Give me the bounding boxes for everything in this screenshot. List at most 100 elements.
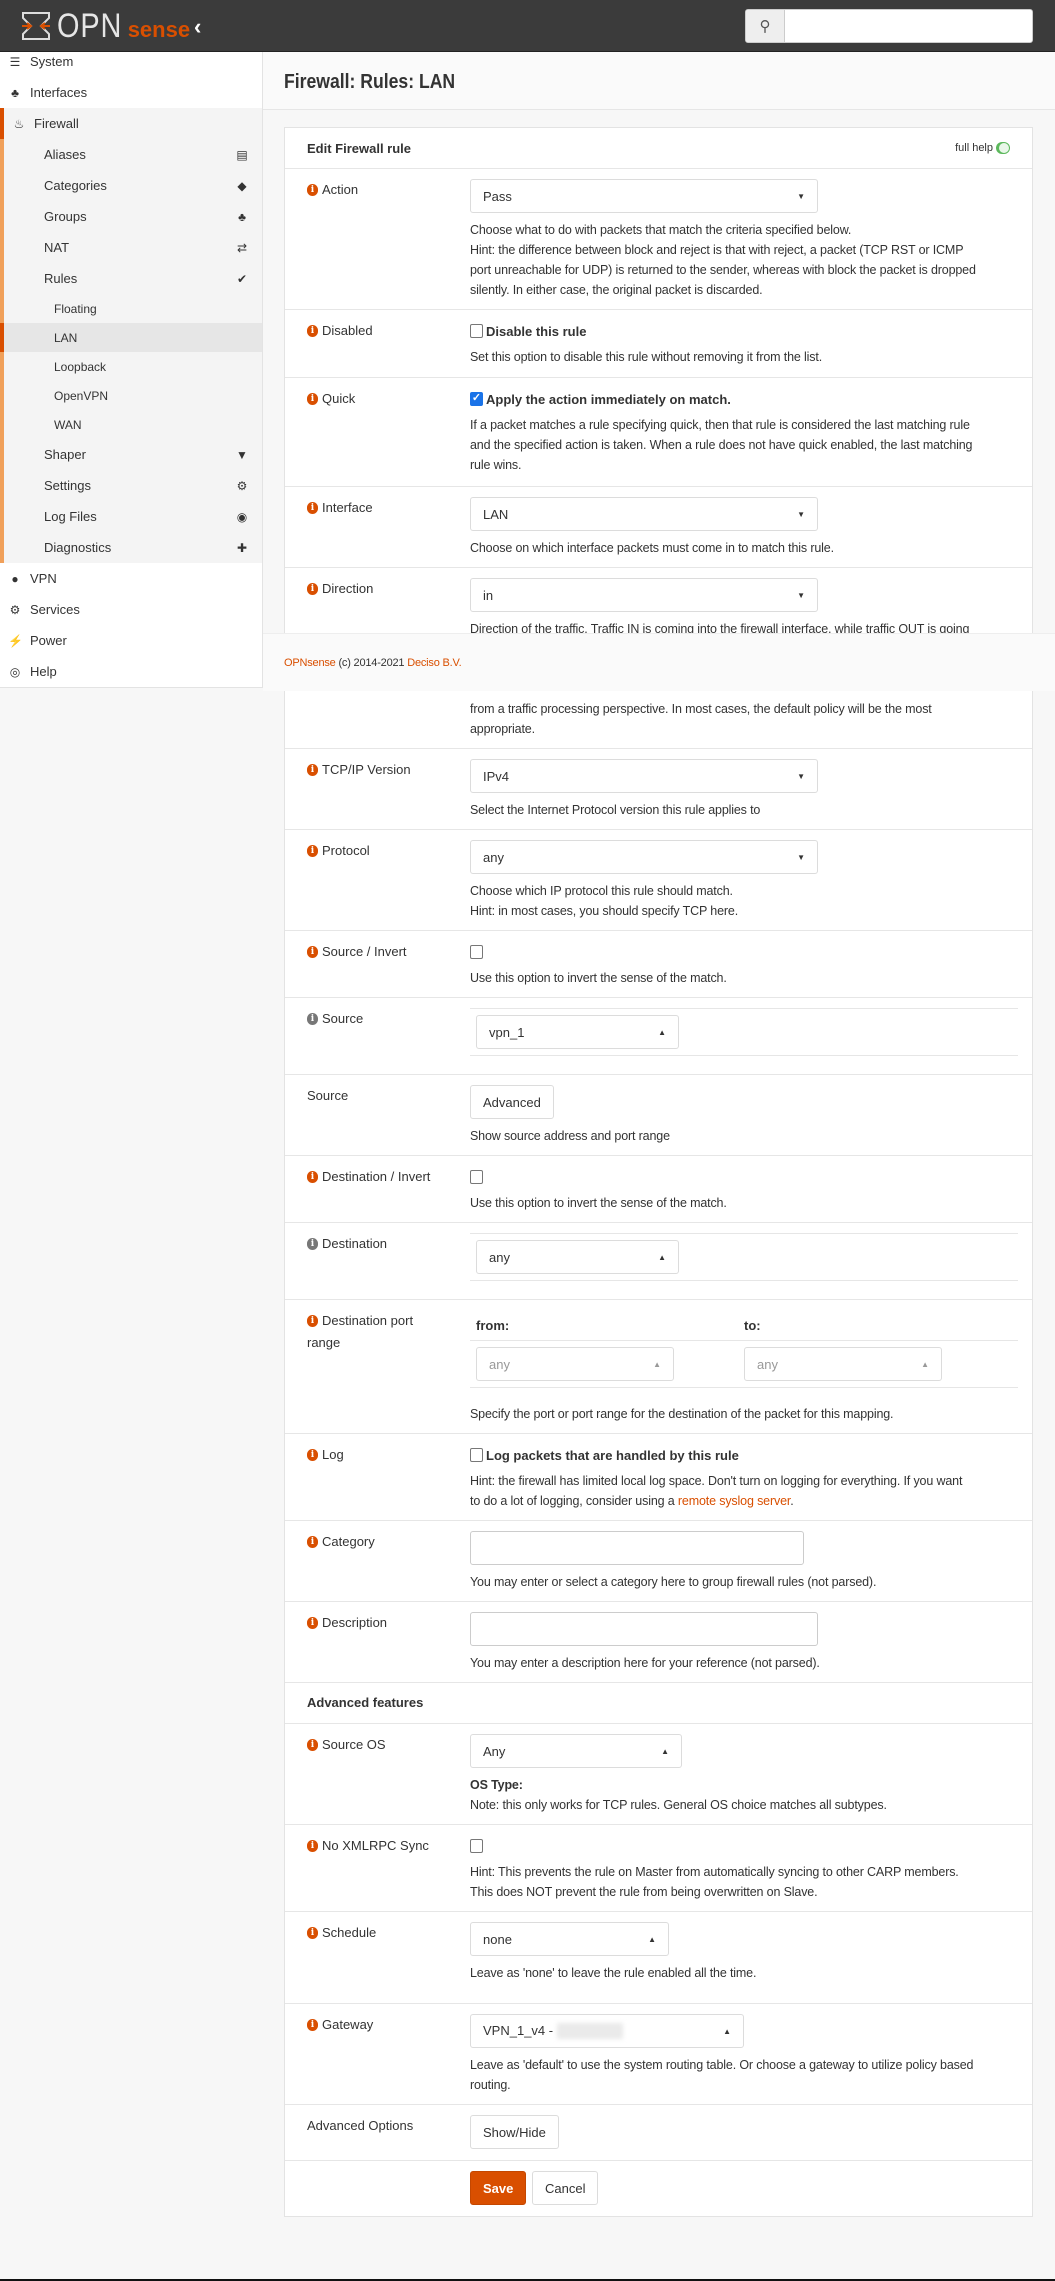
save-button[interactable]: Save <box>470 2171 527 2205</box>
log-checkbox[interactable] <box>470 1448 483 1462</box>
show-hide-button[interactable]: Show/Hide <box>470 2115 559 2149</box>
sidebar-item-rules-loopback[interactable]: Loopback <box>4 352 262 381</box>
sidebar-item-groups[interactable]: Groups ♣ <box>4 201 262 232</box>
sidebar-item-diagnostics[interactable]: Diagnostics ✚ <box>4 532 262 563</box>
select-value: vpn_1 <box>489 1024 525 1040</box>
opnsense-logo[interactable]: OPN sense <box>21 9 191 43</box>
sitemap-icon: ♣ <box>11 85 19 100</box>
protocol-select[interactable]: any ▼ <box>470 840 818 874</box>
info-icon[interactable]: i <box>307 845 318 857</box>
sidebar-item-power[interactable]: ⚡ Power <box>0 625 262 656</box>
sidebar-item-nat[interactable]: NAT ⇄ <box>4 232 262 263</box>
brand-sense: sense <box>127 17 191 42</box>
source-invert-help: Use this option to invert the sense of t… <box>470 971 727 985</box>
info-icon[interactable]: i <box>307 1927 318 1939</box>
quick-checkbox-checked[interactable]: ✓ <box>470 392 483 406</box>
row-source: i Source vpn_1 ▲ <box>285 997 1032 1074</box>
info-icon[interactable]: i <box>307 583 318 595</box>
checkbox-label[interactable]: Disable this rule <box>486 324 586 339</box>
collapse-sidebar-chevron-icon[interactable]: ‹ <box>194 14 201 40</box>
info-icon[interactable]: i <box>307 184 318 196</box>
info-icon[interactable]: i <box>307 1171 318 1183</box>
field-label: Disabled <box>322 323 373 338</box>
sidebar-item-rules-floating[interactable]: Floating <box>4 294 262 323</box>
source-invert-checkbox[interactable] <box>470 945 483 959</box>
row-log: i Log Log packets that are handled by thi… <box>285 1433 1032 1520</box>
sidebar-item-vpn[interactable]: ● VPN <box>0 563 262 594</box>
page-footer: OPNsense (c) 2014-2021 Deciso B.V. <box>263 633 1055 691</box>
info-icon[interactable]: i <box>307 1840 318 1852</box>
row-description: i Description You may enter a description… <box>285 1601 1032 1682</box>
checkbox-label[interactable]: Log packets that are handled by this rul… <box>486 1448 739 1463</box>
disabled-help: Set this option to disable this rule wit… <box>470 350 823 364</box>
action-select[interactable]: Pass ▼ <box>470 179 818 213</box>
info-icon[interactable]: i <box>307 1739 318 1751</box>
info-icon[interactable]: i <box>307 946 318 958</box>
info-icon[interactable]: i <box>307 1617 318 1629</box>
footer-opnsense-link[interactable]: OPNsense <box>284 657 336 669</box>
checkbox-label[interactable]: Apply the action immediately on match. <box>486 392 731 407</box>
tags-icon: ◆ <box>237 178 247 193</box>
sidebar-item-rules-openvpn[interactable]: OpenVPN <box>4 381 262 410</box>
to-label: to: <box>744 1317 761 1333</box>
sidebar-item-aliases[interactable]: Aliases ▤ <box>4 139 262 170</box>
plug-icon: ⚡ <box>8 633 23 648</box>
sidebar-item-firewall[interactable]: ♨ Firewall <box>0 108 262 139</box>
cancel-button[interactable]: Cancel <box>532 2171 599 2205</box>
select-value: VPN_1_v4 - <box>483 2022 554 2038</box>
edit-firewall-rule-card: Edit Firewall rule full help i Action Pas… <box>284 127 1033 2217</box>
info-icon[interactable]: i <box>307 502 318 514</box>
field-label: Source <box>322 1011 364 1026</box>
port-from-select[interactable]: any ▲ <box>476 1347 674 1381</box>
field-label: Source <box>307 1088 349 1103</box>
remote-syslog-link[interactable]: remote syslog server <box>678 1494 790 1508</box>
destination-invert-checkbox[interactable] <box>470 1170 483 1184</box>
disabled-checkbox[interactable] <box>470 324 483 338</box>
info-icon[interactable]: i <box>307 764 318 776</box>
info-icon[interactable]: i <box>307 1238 318 1250</box>
sidebar-item-rules[interactable]: Rules ✔ <box>4 263 262 294</box>
info-icon[interactable]: i <box>307 1536 318 1548</box>
search-input[interactable] <box>785 10 1032 42</box>
full-help-toggle[interactable]: full help <box>955 142 1010 154</box>
sidebar-item-log-files[interactable]: Log Files ◉ <box>4 501 262 532</box>
interface-select[interactable]: LAN ▼ <box>470 497 818 531</box>
info-icon[interactable]: i <box>307 393 318 405</box>
source-select[interactable]: vpn_1 ▲ <box>476 1015 679 1049</box>
info-icon[interactable]: i <box>307 1449 318 1461</box>
sidebar-item-rules-wan[interactable]: WAN <box>4 410 262 439</box>
category-input[interactable] <box>470 1531 804 1565</box>
source-os-select[interactable]: Any ▲ <box>470 1734 682 1768</box>
direction-select[interactable]: in ▼ <box>470 578 818 612</box>
field-label: Log <box>322 1447 344 1462</box>
no-xmlrpc-checkbox[interactable] <box>470 1839 483 1853</box>
page-header: Firewall: Rules: LAN <box>263 52 1055 110</box>
info-icon[interactable]: i <box>307 2019 318 2031</box>
firewall-section: ♨ Firewall Aliases ▤ Categories ◆ Groups ♣ N… <box>0 108 262 563</box>
source-advanced-button[interactable]: Advanced <box>470 1085 554 1119</box>
schedule-select[interactable]: none ▲ <box>470 1922 669 1956</box>
info-icon[interactable]: i <box>307 1315 318 1327</box>
info-icon[interactable]: i <box>307 1013 318 1025</box>
field-label: Destination / Invert <box>322 1169 431 1184</box>
caret-up-icon: ▲ <box>921 1359 929 1369</box>
sidebar-item-shaper[interactable]: Shaper ▼ <box>4 439 262 470</box>
footer-deciso-link[interactable]: Deciso B.V. <box>407 657 461 669</box>
page-title: Firewall: Rules: LAN <box>284 71 456 93</box>
cog-icon: ⚙ <box>9 602 21 617</box>
sidebar-item-services[interactable]: ⚙ Services <box>0 594 262 625</box>
sidebar-item-interfaces[interactable]: ♣ Interfaces <box>0 77 262 108</box>
gateway-select[interactable]: VPN_1_v4 - ▲ <box>470 2014 744 2048</box>
port-to-select[interactable]: any ▲ <box>744 1347 942 1381</box>
select-value: none <box>483 1931 512 1947</box>
sidebar-item-categories[interactable]: Categories ◆ <box>4 170 262 201</box>
sidebar-item-rules-lan[interactable]: LAN <box>0 323 262 352</box>
ipversion-select[interactable]: IPv4 ▼ <box>470 759 818 793</box>
sidebar-item-settings[interactable]: Settings ⚙ <box>4 470 262 501</box>
info-icon[interactable]: i <box>307 325 318 337</box>
destination-select[interactable]: any ▲ <box>476 1240 679 1274</box>
redacted-address <box>557 2023 624 2040</box>
caret-up-icon: ▲ <box>658 1252 666 1262</box>
description-input[interactable] <box>470 1612 818 1646</box>
sidebar-item-help[interactable]: ◎ Help <box>0 656 262 687</box>
